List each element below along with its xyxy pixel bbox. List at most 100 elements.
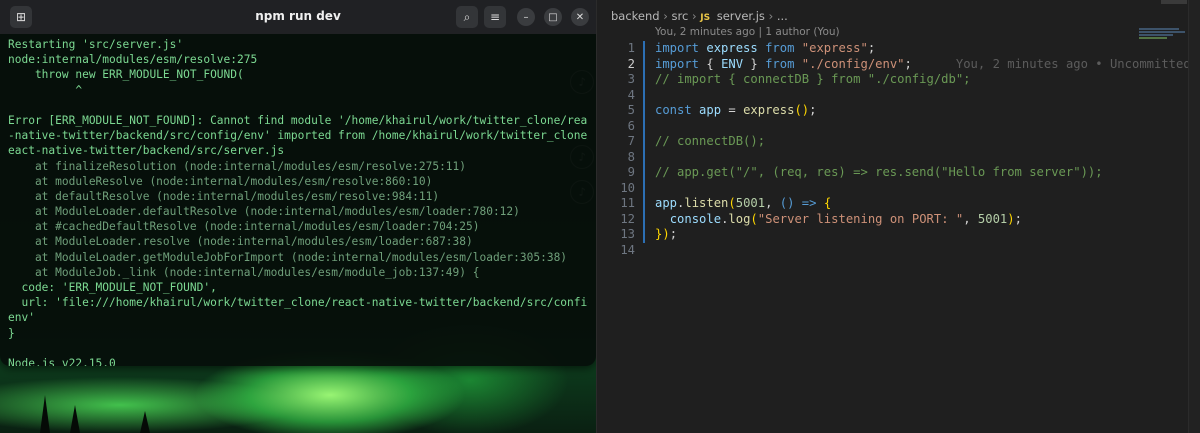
code-text: console.log("Server listening on PORT: "… — [655, 212, 1022, 228]
git-change-marker[interactable] — [643, 72, 645, 88]
terminal-output[interactable]: Restarting 'src/server.js' node:internal/… — [0, 34, 596, 366]
code-token: app — [699, 103, 722, 117]
tab-indicator — [1161, 0, 1187, 4]
minimap[interactable] — [1139, 28, 1191, 48]
code-token: 5001 — [735, 196, 766, 210]
code-token: ( — [750, 211, 758, 226]
code-token: app — [655, 196, 678, 210]
line-number: 7 — [627, 134, 635, 148]
git-change-marker[interactable] — [643, 180, 645, 196]
code-token: ; — [1014, 211, 1022, 226]
code-text: import express from "express"; — [655, 41, 875, 57]
code-line[interactable]: 13}); — [597, 227, 1137, 243]
code-token: ) — [662, 227, 670, 241]
line-number: 9 — [627, 165, 635, 179]
code-token: import — [655, 56, 707, 71]
code-token: import — [655, 41, 707, 55]
code-token: , — [963, 211, 978, 226]
code-token: } — [743, 56, 766, 71]
breadcrumb-more[interactable]: ... — [777, 9, 788, 23]
git-change-marker[interactable] — [643, 118, 645, 134]
search-icon[interactable]: ⌕ — [456, 6, 478, 28]
minimize-icon[interactable]: – — [517, 8, 535, 26]
code-token: ; — [669, 227, 678, 241]
inline-git-blame[interactable]: You, 2 minutes ago • Uncommitted — [912, 57, 1191, 71]
breadcrumb-folder-src[interactable]: src — [672, 9, 689, 23]
line-number: 4 — [627, 87, 635, 102]
terminal-line: code: 'ERR_MODULE_NOT_FOUND', — [8, 281, 217, 294]
code-token: ( — [728, 196, 736, 210]
code-token: from — [757, 41, 802, 55]
git-change-marker[interactable] — [643, 211, 645, 227]
terminal-line: at ModuleLoader.getModuleJobForImport (n… — [8, 250, 568, 264]
git-change-marker[interactable] — [643, 165, 645, 181]
tree-silhouette — [140, 411, 150, 433]
tree-silhouette — [70, 405, 80, 433]
tree-silhouette — [40, 395, 50, 433]
code-line[interactable]: 9 // app.get("/", (req, res) => res.send(… — [597, 165, 1137, 181]
breadcrumb-file[interactable]: server.js — [717, 9, 765, 23]
terminal-line: url: 'file:///home/khairul/work/twitter_… — [8, 296, 588, 310]
terminal-line: -native-twitter/backend/src/config/env' … — [8, 129, 588, 143]
git-change-marker[interactable] — [643, 196, 645, 212]
terminal-line: at ModuleLoader.defaultResolve (node:int… — [8, 205, 520, 219]
breadcrumb[interactable]: backend › src › JS server.js › ... — [611, 9, 788, 23]
code-token: { — [816, 196, 832, 210]
code-token: express — [706, 41, 758, 55]
git-change-marker[interactable] — [643, 227, 645, 243]
git-change-marker[interactable] — [643, 41, 645, 57]
code-token: const — [655, 103, 700, 117]
code-line[interactable]: 3 // import { connectDB } from "./config/… — [597, 72, 1137, 88]
git-change-marker[interactable] — [643, 149, 645, 165]
git-change-marker[interactable] — [643, 87, 645, 103]
code-token: = — [721, 103, 744, 117]
breadcrumb-folder-backend[interactable]: backend — [611, 9, 660, 23]
terminal-line: at ModuleJob._link (node:internal/module… — [8, 265, 480, 279]
close-icon[interactable]: ✕ — [571, 8, 589, 26]
code-token: // import { connectDB } from "./config/d… — [655, 72, 971, 86]
code-token: listen — [684, 196, 729, 210]
code-token: ; — [867, 41, 876, 55]
terminal-line: node:internal/modules/esm/resolve:275 — [8, 53, 258, 67]
code-line[interactable]: 7 // connectDB(); — [597, 134, 1137, 150]
code-line[interactable]: 2 import { ENV } from "./config/env"; You… — [597, 56, 1191, 72]
code-line[interactable]: 10 — [597, 180, 1137, 196]
code-line[interactable]: 12 console.log("Server listening on PORT… — [597, 211, 1137, 228]
code-line[interactable]: 8 — [597, 149, 1137, 165]
code-line[interactable]: 11 app.listen(5001, () => { — [597, 196, 1137, 212]
code-area[interactable]: 1 import express from "express"; 2 import {… — [597, 41, 1191, 259]
code-editor[interactable]: backend › src › JS server.js › ... You, … — [596, 0, 1200, 433]
code-token: from — [765, 56, 802, 71]
git-change-marker[interactable] — [643, 103, 645, 119]
code-line[interactable]: 1 import express from "express"; — [597, 41, 1137, 57]
terminal-line: throw new ERR_MODULE_NOT_FOUND( — [8, 68, 244, 82]
code-text: // connectDB(); — [655, 134, 765, 150]
menu-icon[interactable]: ≡ — [484, 6, 506, 28]
code-text: // app.get("/", (req, res) => res.send("… — [655, 165, 1103, 181]
code-line[interactable]: 6 — [597, 118, 1137, 134]
code-token: // connectDB(); — [655, 134, 766, 148]
code-token: , — [765, 196, 780, 210]
line-number: 11 — [620, 196, 635, 210]
code-line[interactable]: 5 const app = express(); — [597, 103, 1137, 119]
code-text: }); — [655, 227, 677, 243]
code-token: "express" — [801, 41, 868, 55]
vertical-scrollbar[interactable] — [1188, 0, 1200, 433]
code-token: log — [728, 211, 751, 226]
git-change-marker[interactable] — [643, 134, 645, 150]
terminal-window[interactable]: ⊞ npm run dev ⌕ ≡ – □ ✕ Restarting 'src/… — [0, 0, 596, 366]
maximize-icon[interactable]: □ — [544, 8, 562, 26]
git-blame-header[interactable]: You, 2 minutes ago | 1 author (You) — [655, 26, 840, 38]
code-token: "Server listening on PORT: " — [757, 211, 964, 226]
code-line[interactable]: 14 — [597, 243, 1137, 259]
line-number: 2 — [627, 56, 635, 71]
terminal-titlebar[interactable]: ⊞ npm run dev ⌕ ≡ – □ ✕ — [0, 0, 596, 34]
line-number: 14 — [620, 242, 635, 257]
code-token: ; — [809, 103, 817, 117]
code-line[interactable]: 4 — [597, 87, 1137, 103]
line-number: 13 — [620, 227, 635, 241]
git-change-marker[interactable] — [643, 56, 645, 72]
terminal-line: at finalizeResolution (node:internal/mod… — [8, 159, 467, 173]
